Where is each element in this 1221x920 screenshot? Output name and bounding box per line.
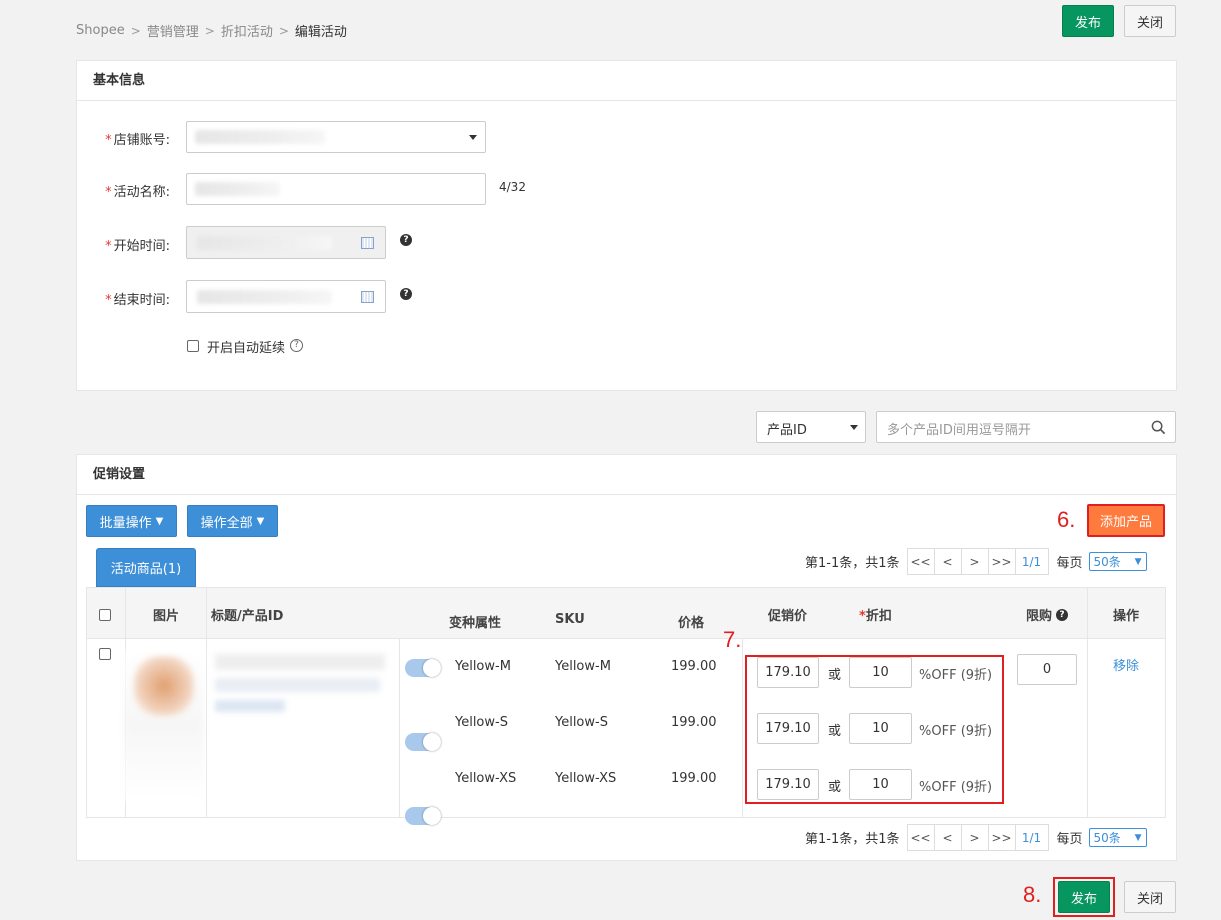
search-type-select[interactable]: 产品ID [756, 411, 866, 443]
pager-bottom: 第1-1条，共1条 << < > >> 1/1 每页 50条 ▼ [805, 824, 1147, 851]
add-product-button[interactable]: 添加产品 [1087, 504, 1165, 537]
col-sku: SKU [555, 612, 585, 627]
help-icon[interactable]: ? [400, 234, 412, 246]
breadcrumb-item-discount[interactable]: 折扣活动 [221, 21, 273, 40]
start-time-blurred [197, 236, 332, 250]
activity-name-input[interactable] [186, 173, 486, 205]
pager-current-page: 1/1 [1014, 548, 1049, 575]
close-button-top[interactable]: 关闭 [1124, 5, 1176, 37]
col-image: 图片 [153, 609, 180, 624]
operate-all-button[interactable]: 操作全部 ▼ [187, 505, 278, 537]
breadcrumb-item-current: 编辑活动 [294, 25, 347, 40]
chevron-right-icon: > [130, 23, 141, 38]
chevron-down-icon: ▼ [1134, 556, 1142, 567]
shop-select[interactable] [186, 121, 486, 153]
pager-top: 第1-1条，共1条 << < > >> 1/1 每页 50条 ▼ [805, 548, 1147, 575]
shop-value-blurred [195, 130, 325, 144]
row-checkbox[interactable] [99, 648, 111, 660]
pager-first-button[interactable]: << [906, 824, 935, 851]
per-page-select[interactable]: 50条 ▼ [1088, 552, 1147, 571]
chevron-down-icon: ▼ [256, 515, 265, 527]
pager-next-button[interactable]: > [960, 548, 989, 575]
start-time-label: * 开始时间: [105, 239, 170, 254]
purchase-limit-input[interactable]: 0 [1017, 654, 1077, 685]
step-7-annotation: 7. [723, 627, 742, 652]
calendar-icon[interactable] [361, 237, 374, 249]
pager-last-button[interactable]: >> [987, 548, 1016, 575]
variant-price: 199.00 [671, 659, 717, 674]
chevron-down-icon: ▼ [155, 515, 164, 527]
col-title: 标题/产品ID [211, 609, 284, 624]
pager-prev-button[interactable]: < [933, 548, 962, 575]
pager-prev-button[interactable]: < [933, 824, 962, 851]
publish-button-top[interactable]: 发布 [1062, 5, 1114, 37]
variant-toggle[interactable] [405, 807, 441, 825]
help-icon[interactable]: ? [1056, 608, 1069, 621]
variant-sku: Yellow-M [555, 659, 611, 674]
product-image[interactable] [124, 650, 204, 800]
search-input[interactable]: 多个产品ID间用逗号隔开 [876, 411, 1176, 443]
tab-active-products[interactable]: 活动商品(1) [96, 548, 196, 587]
per-page-label: 每页 [1056, 832, 1083, 847]
chevron-down-icon [850, 425, 858, 430]
select-all-checkbox[interactable] [99, 609, 111, 621]
variant-sku: Yellow-S [555, 715, 608, 730]
breadcrumb-item-shopee[interactable]: Shopee [76, 23, 125, 38]
per-page-select[interactable]: 50条 ▼ [1088, 828, 1147, 847]
end-time-blurred [197, 290, 332, 304]
pager-first-button[interactable]: << [906, 548, 935, 575]
col-price: 价格 [678, 616, 705, 631]
variant-price: 199.00 [671, 771, 717, 786]
promo-title: 促销设置 [77, 455, 1176, 495]
step-8-annotation: 8. [1023, 882, 1042, 907]
search-icon[interactable] [1151, 420, 1166, 435]
variant-sku: Yellow-XS [555, 771, 617, 786]
pager-last-button[interactable]: >> [987, 824, 1016, 851]
chevron-down-icon: ▼ [1134, 832, 1142, 843]
name-char-count: 4/32 [499, 180, 526, 194]
col-limit: 限购? [1026, 605, 1069, 624]
calendar-icon[interactable] [361, 291, 374, 303]
pager-current-page: 1/1 [1014, 824, 1049, 851]
discount-highlight-box [745, 655, 1004, 804]
start-time-input[interactable] [186, 226, 386, 259]
name-value-blurred [195, 182, 280, 196]
variant-toggle[interactable] [405, 733, 441, 751]
publish-button-bottom[interactable]: 发布 [1058, 881, 1110, 913]
auto-extend-label: 开启自动延续 [207, 341, 286, 356]
col-promo-price: 促销价 [768, 609, 808, 624]
product-title-blurred[interactable] [210, 650, 392, 800]
per-page-label: 每页 [1056, 556, 1083, 571]
col-variant: 变种属性 [449, 616, 502, 631]
step-6-annotation: 6. [1057, 507, 1076, 532]
end-time-input[interactable] [186, 280, 386, 313]
remove-link[interactable]: 移除 [1113, 655, 1139, 674]
pager-summary: 第1-1条，共1条 [805, 832, 900, 847]
pager-next-button[interactable]: > [960, 824, 989, 851]
question-icon[interactable]: ? [290, 339, 303, 352]
chevron-right-icon: > [204, 23, 215, 38]
variant-name: Yellow-M [455, 659, 511, 674]
batch-action-button[interactable]: 批量操作 ▼ [86, 505, 177, 537]
col-discount: *折扣 [859, 609, 892, 624]
auto-extend-checkbox[interactable] [187, 340, 199, 352]
chevron-down-icon [469, 135, 477, 140]
shop-label: * 店铺账号: [105, 133, 170, 148]
breadcrumb: Shopee > 营销管理 > 折扣活动 > 编辑活动 [76, 21, 347, 40]
pager-summary: 第1-1条，共1条 [805, 556, 900, 571]
variant-toggle[interactable] [405, 659, 441, 677]
close-button-bottom[interactable]: 关闭 [1124, 881, 1176, 913]
chevron-right-icon: > [278, 23, 289, 38]
name-label: * 活动名称: [105, 185, 170, 200]
col-action: 操作 [1113, 609, 1140, 624]
basic-info-title: 基本信息 [77, 61, 1176, 101]
variant-name: Yellow-S [455, 715, 508, 730]
variant-price: 199.00 [671, 715, 717, 730]
end-time-label: * 结束时间: [105, 293, 170, 308]
variant-name: Yellow-XS [455, 771, 517, 786]
breadcrumb-item-marketing[interactable]: 营销管理 [147, 21, 199, 40]
help-icon[interactable]: ? [400, 288, 412, 300]
